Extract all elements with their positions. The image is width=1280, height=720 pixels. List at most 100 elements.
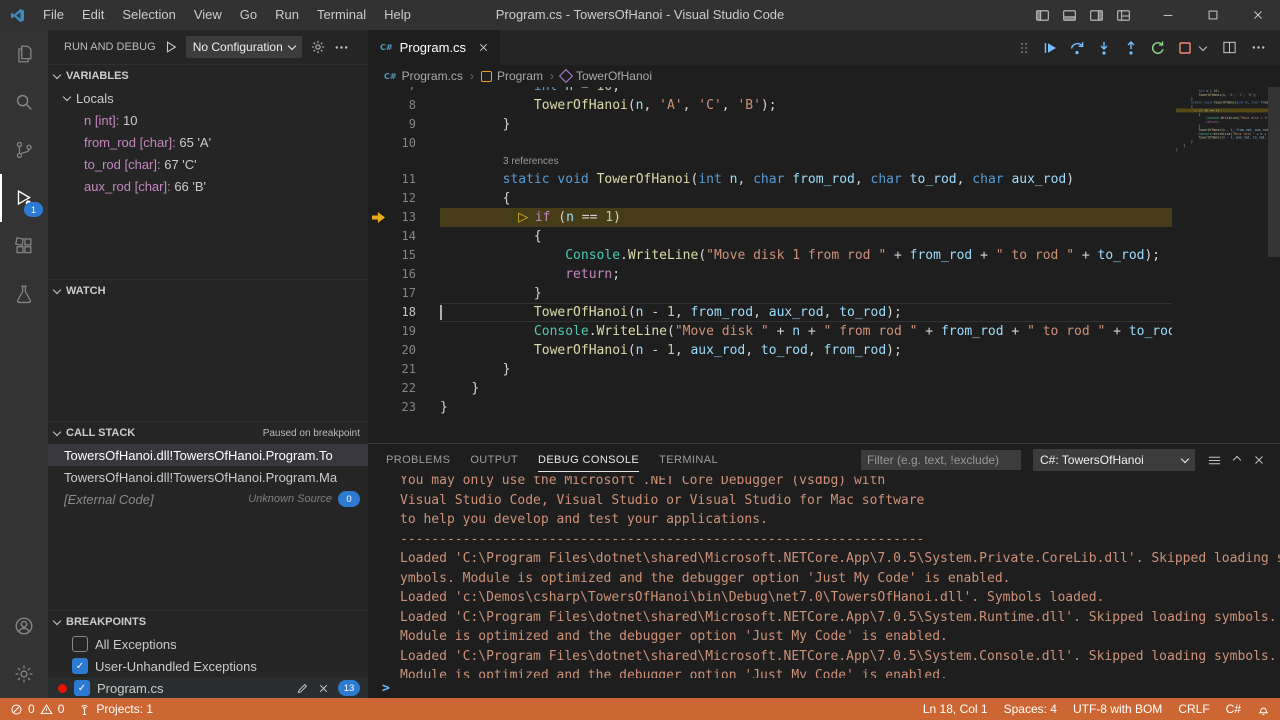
line-number[interactable]: 10 <box>388 134 416 153</box>
scrollbar-thumb[interactable] <box>1268 87 1280 257</box>
code-text[interactable]: TowerOfHanoi(n - 1, from_rod, aux_rod, t… <box>440 303 1172 322</box>
menu-selection[interactable]: Selection <box>113 0 184 30</box>
activity-settings[interactable] <box>0 650 48 698</box>
line-number[interactable]: 13 <box>388 208 416 227</box>
activity-explorer[interactable] <box>0 30 48 78</box>
output-view-icon[interactable] <box>1207 453 1222 468</box>
stack-frame[interactable]: TowersOfHanoi.dll!TowersOfHanoi.Program.… <box>48 466 368 488</box>
menu-file[interactable]: File <box>34 0 73 30</box>
breadcrumb-item-towerofhanoi[interactable]: TowerOfHanoi <box>561 69 652 83</box>
code-text[interactable]: } <box>440 398 1172 417</box>
code-text[interactable]: return; <box>440 265 1172 284</box>
projects-status[interactable]: Projects: 1 <box>78 702 153 716</box>
language-status[interactable]: C# <box>1226 702 1241 716</box>
menu-run[interactable]: Run <box>266 0 308 30</box>
breakpoint-checkbox[interactable]: ✓ <box>72 658 88 674</box>
encoding-status[interactable]: UTF-8 with BOM <box>1073 702 1162 716</box>
toolbar-gripper[interactable] <box>1018 41 1031 55</box>
line-number[interactable]: 12 <box>388 189 416 208</box>
problems-status[interactable]: 0 0 <box>10 702 64 716</box>
panel-tab-problems[interactable]: PROBLEMS <box>386 444 450 476</box>
line-number[interactable]: 16 <box>388 265 416 284</box>
gutter-glyph-margin[interactable] <box>368 284 388 303</box>
breakpoint-row[interactable]: ✓User-Unhandled Exceptions <box>48 655 368 677</box>
debug-step-over-button[interactable] <box>1069 40 1085 56</box>
variable-row[interactable]: to_rod [char]: 67 'C' <box>48 153 368 175</box>
gutter-glyph-margin[interactable] <box>368 87 388 96</box>
gutter-glyph-margin[interactable] <box>368 208 388 227</box>
line-number[interactable]: 15 <box>388 246 416 265</box>
activity-testing[interactable] <box>0 270 48 318</box>
code-text[interactable]: Console.WriteLine("Move disk 1 from rod … <box>440 246 1172 265</box>
breakpoint-checkbox[interactable]: ✓ <box>74 680 90 696</box>
close-panel-icon[interactable] <box>1252 453 1266 467</box>
eol-status[interactable]: CRLF <box>1178 702 1209 716</box>
minimap[interactable]: int n = 10; TowerOfHanoi(n, 'A', 'C', 'B… <box>1176 89 1268 309</box>
breadcrumb-item-program-cs[interactable]: C#Program.cs <box>384 69 463 83</box>
customize-layout-icon[interactable] <box>1116 8 1131 23</box>
debug-restart-button[interactable] <box>1150 40 1166 56</box>
code-text[interactable]: static void TowerOfHanoi(int n, char fro… <box>440 170 1172 189</box>
variable-row[interactable]: from_rod [char]: 65 'A' <box>48 131 368 153</box>
menu-view[interactable]: View <box>185 0 231 30</box>
call-stack-section-header[interactable]: CALL STACK Paused on breakpoint <box>48 421 368 444</box>
menu-edit[interactable]: Edit <box>73 0 113 30</box>
codelens-references[interactable]: 3 references <box>368 153 1172 170</box>
debug-continue-button[interactable] <box>1042 40 1058 56</box>
gutter-glyph-margin[interactable] <box>368 227 388 246</box>
gutter-glyph-margin[interactable] <box>368 134 388 153</box>
activity-account[interactable] <box>0 602 48 650</box>
line-number[interactable]: 17 <box>388 284 416 303</box>
debug-console-input[interactable]: > <box>368 678 390 698</box>
cursor-position-status[interactable]: Ln 18, Col 1 <box>923 702 988 716</box>
breakpoint-row[interactable]: ✓Program.cs13 <box>48 677 368 698</box>
code-text[interactable]: ▷if (n == 1) <box>440 208 1172 227</box>
gutter-glyph-margin[interactable] <box>368 170 388 189</box>
gutter-glyph-margin[interactable] <box>368 379 388 398</box>
gutter-glyph-margin[interactable] <box>368 398 388 417</box>
stack-frame[interactable]: TowersOfHanoi.dll!TowersOfHanoi.Program.… <box>48 444 368 466</box>
toggle-secondary-sidebar-icon[interactable] <box>1089 8 1104 23</box>
line-number[interactable]: 20 <box>388 341 416 360</box>
line-number[interactable]: 8 <box>388 96 416 115</box>
debug-stop-button[interactable] <box>1177 40 1193 56</box>
line-number[interactable]: 23 <box>388 398 416 417</box>
gutter-glyph-margin[interactable] <box>368 322 388 341</box>
code-editor[interactable]: 7 int n = 10;8 TowerOfHanoi(n, 'A', 'C',… <box>368 87 1280 443</box>
activity-search[interactable] <box>0 78 48 126</box>
debug-config-dropdown[interactable]: No Configurations <box>186 36 302 58</box>
variable-row[interactable]: aux_rod [char]: 66 'B' <box>48 175 368 197</box>
menu-help[interactable]: Help <box>375 0 420 30</box>
line-number[interactable]: 9 <box>388 115 416 134</box>
variables-section-header[interactable]: VARIABLES <box>48 64 368 87</box>
code-text[interactable]: { <box>440 189 1172 208</box>
editor-scrollbar[interactable] <box>1268 87 1280 443</box>
line-number[interactable]: 14 <box>388 227 416 246</box>
variable-row[interactable]: n [int]: 10 <box>48 109 368 131</box>
gutter-glyph-margin[interactable] <box>368 360 388 379</box>
indentation-status[interactable]: Spaces: 4 <box>1004 702 1057 716</box>
gutter-glyph-margin[interactable] <box>368 115 388 134</box>
tab-program-cs[interactable]: C# Program.cs <box>368 30 500 65</box>
more-actions-icon[interactable] <box>1251 40 1266 55</box>
watch-section-header[interactable]: WATCH <box>48 279 368 302</box>
code-text[interactable]: TowerOfHanoi(n - 1, aux_rod, to_rod, fro… <box>440 341 1172 360</box>
edit-breakpoint-icon[interactable] <box>296 682 309 695</box>
toggle-panel-icon[interactable] <box>1062 8 1077 23</box>
code-text[interactable]: } <box>440 360 1172 379</box>
breakpoints-section-header[interactable]: BREAKPOINTS <box>48 610 368 633</box>
gutter-glyph-margin[interactable] <box>368 341 388 360</box>
code-text[interactable]: } <box>440 284 1172 303</box>
code-text[interactable]: TowerOfHanoi(n, 'A', 'C', 'B'); <box>440 96 1172 115</box>
activity-source-control[interactable] <box>0 126 48 174</box>
maximize-panel-icon[interactable] <box>1234 457 1240 463</box>
breakpoint-checkbox[interactable] <box>72 636 88 652</box>
menu-terminal[interactable]: Terminal <box>308 0 375 30</box>
notifications-bell[interactable] <box>1257 703 1270 716</box>
breadcrumb-item-program[interactable]: Program <box>481 69 543 83</box>
maximize-button[interactable] <box>1190 0 1235 30</box>
console-filter-input[interactable] <box>861 450 1021 470</box>
remove-breakpoint-icon[interactable] <box>317 682 330 695</box>
activity-extensions[interactable] <box>0 222 48 270</box>
more-actions-icon[interactable] <box>334 40 349 55</box>
